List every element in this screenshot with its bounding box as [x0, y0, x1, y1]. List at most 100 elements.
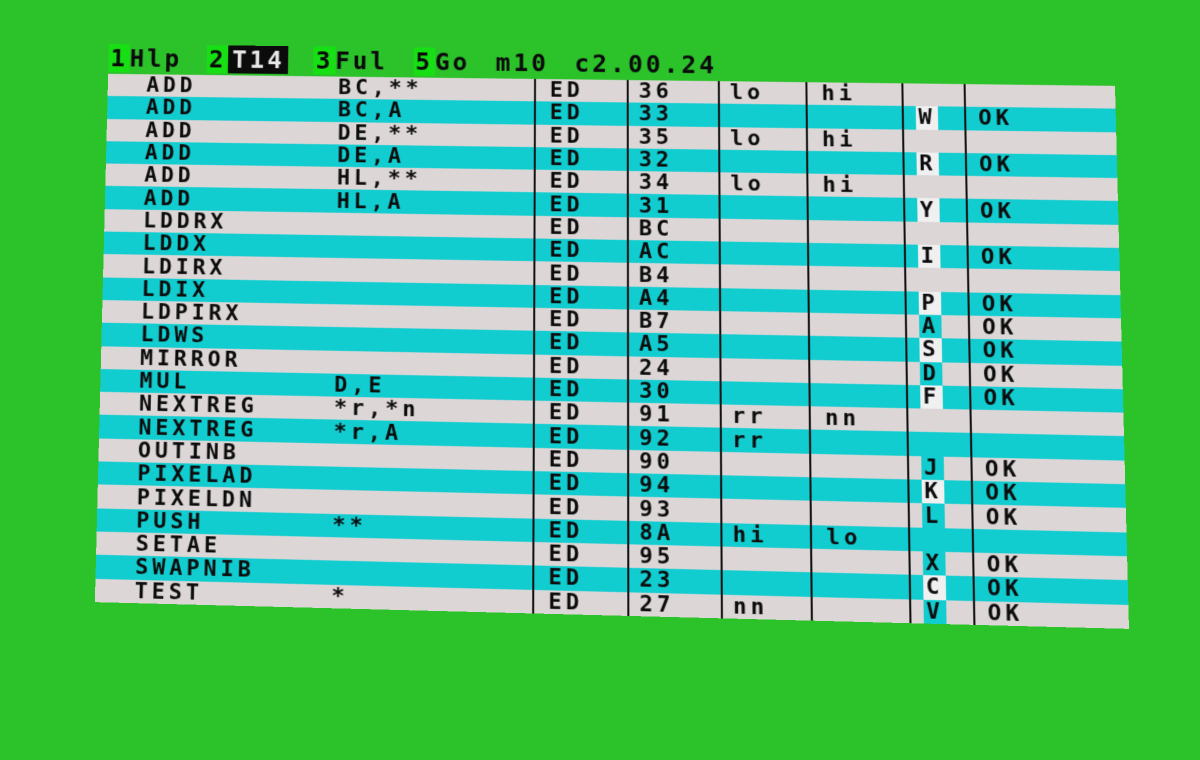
cell-text: ED	[548, 589, 584, 616]
cell-key: J	[906, 455, 971, 481]
hotkey-badge[interactable]: D	[919, 361, 943, 387]
hotkey-badge[interactable]: I	[917, 244, 941, 269]
cell-text: TEST	[134, 578, 204, 606]
cell-a1: lo	[717, 81, 806, 105]
menu-item-2[interactable]: 2 T14	[206, 45, 289, 75]
menu-label: Ful	[335, 46, 389, 76]
cell-text: 93	[639, 496, 675, 523]
cell-status: OK	[972, 600, 1088, 628]
cell-text: ED	[548, 541, 584, 568]
cell-pre: ED	[533, 124, 627, 149]
cell-text: OK	[985, 480, 1022, 507]
cell-a1	[719, 334, 809, 360]
cell-opc: BC	[626, 217, 719, 242]
cell-opc: 30	[627, 379, 720, 405]
cell-a2	[807, 289, 905, 315]
cell-pre: ED	[532, 400, 628, 427]
menu-label: T14	[228, 45, 289, 75]
cell-text: OK	[984, 457, 1021, 483]
cell-text: 94	[639, 473, 675, 499]
cell-text: HL,A	[336, 189, 405, 215]
cell-status	[971, 528, 1086, 556]
cell-status: OK	[972, 576, 1087, 604]
cell-opc: 94	[627, 473, 721, 499]
cell-key: A	[904, 314, 969, 339]
hotkey-badge[interactable]: K	[921, 479, 945, 505]
cell-status	[969, 409, 1083, 436]
cell-text: *	[331, 584, 349, 610]
cell-pre: ED	[533, 101, 627, 126]
cell-text: AC	[638, 240, 674, 265]
cell-status	[969, 433, 1084, 460]
cell-text: 91	[639, 402, 674, 428]
cell-text: B7	[638, 309, 674, 335]
menu-item-1[interactable]: 1 Hlp	[108, 44, 182, 73]
hotkey-badge[interactable]: J	[921, 455, 945, 481]
cell-text: hi	[822, 173, 858, 199]
cell-text: BC,A	[337, 99, 406, 124]
hotkey-badge[interactable]: A	[919, 314, 942, 339]
cell-text: ED	[549, 169, 584, 195]
cell-opc: 92	[627, 426, 720, 452]
cell-op: BC,A	[338, 99, 534, 124]
cell-text: ADD	[143, 186, 195, 212]
mode-indicator: m10	[495, 48, 549, 78]
cell-text: ED	[549, 147, 584, 172]
cell-mn: ADD	[106, 119, 337, 145]
cell-text: 27	[639, 591, 675, 618]
cell-a2	[810, 572, 910, 599]
cell-text: OK	[986, 576, 1024, 603]
cell-text: ADD	[144, 163, 195, 189]
menu-item-3[interactable]: 3 Ful	[313, 46, 389, 76]
cell-a2	[807, 312, 906, 338]
cell-pre: ED	[532, 518, 628, 545]
cell-text: 34	[638, 171, 674, 196]
hotkey-badge[interactable]: F	[920, 384, 943, 410]
cell-mn: ADD	[106, 141, 338, 167]
cell-text: lo	[730, 126, 765, 151]
cell-text: ED	[548, 494, 584, 521]
cell-pre: ED	[532, 377, 628, 403]
cell-op	[336, 258, 534, 284]
cell-text: lo	[730, 172, 765, 197]
cell-text: BC,**	[338, 76, 423, 102]
cell-a2	[807, 242, 905, 268]
menu-label: Go	[434, 47, 471, 77]
cell-status	[966, 268, 1080, 295]
cell-a2: nn	[808, 406, 907, 432]
cell-op: BC,**	[338, 77, 534, 102]
cell-pre: ED	[533, 147, 627, 172]
cell-a1	[718, 149, 807, 174]
hotkey-badge[interactable]: V	[923, 598, 947, 625]
cell-text: rr	[731, 428, 768, 454]
cell-text: LDIRX	[141, 254, 227, 281]
cell-opc: B4	[626, 263, 720, 288]
cell-status	[966, 222, 1079, 248]
cell-text: ADD	[146, 73, 197, 99]
cell-a1	[719, 357, 809, 383]
cell-pre: ED	[532, 447, 628, 474]
hotkey-badge[interactable]: Y	[917, 198, 940, 223]
cell-a1: rr	[719, 404, 809, 430]
menu-item-5[interactable]: 5 Go	[413, 47, 471, 77]
hotkey-badge[interactable]: L	[921, 503, 945, 529]
cell-text: **	[332, 513, 367, 539]
cell-a1: lo	[718, 126, 807, 151]
hotkey-badge[interactable]: C	[923, 574, 947, 601]
hotkey-badge[interactable]: X	[922, 550, 946, 577]
cell-key	[903, 221, 967, 246]
cell-a2	[808, 429, 907, 456]
cell-a2	[809, 477, 908, 504]
hotkey-badge[interactable]: W	[915, 106, 939, 130]
cell-key: R	[902, 152, 966, 177]
cell-pre: ED	[533, 215, 627, 241]
cell-status: OK	[968, 362, 1082, 389]
hotkey-badge[interactable]: S	[919, 337, 943, 363]
hotkey-badge[interactable]: R	[916, 152, 940, 177]
cell-text: nn	[732, 594, 769, 621]
cell-text: ED	[549, 284, 584, 310]
hotkey-badge[interactable]: P	[918, 291, 942, 316]
cell-text: 95	[639, 544, 675, 571]
cell-text: MIRROR	[139, 345, 242, 373]
cell-text: ED	[548, 377, 584, 403]
